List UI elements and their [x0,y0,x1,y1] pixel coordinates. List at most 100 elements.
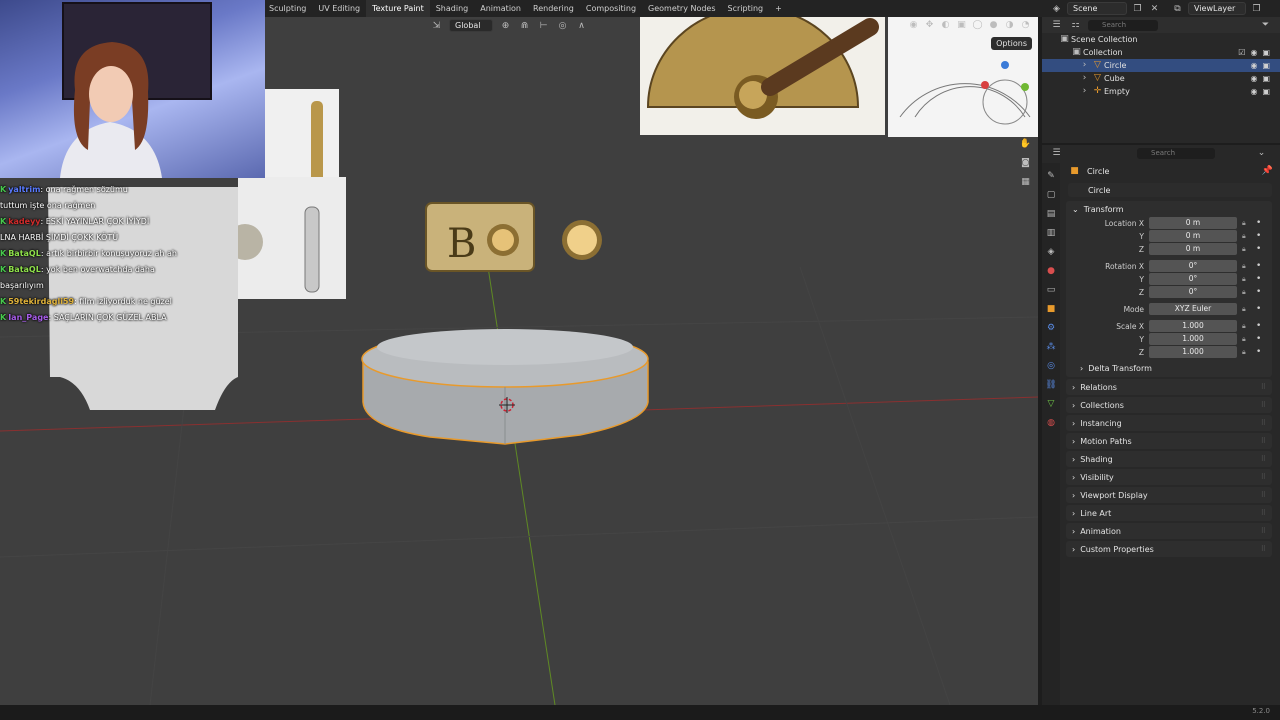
drag-handle-icon[interactable]: ⠿ [1261,473,1266,481]
visibility-icon[interactable]: ◉ [907,18,920,31]
checkbox-icon[interactable]: ☑ [1238,46,1245,59]
display-mode-icon[interactable]: ⚏ [1069,19,1082,32]
keyframe-dot-icon[interactable]: • [1256,346,1261,359]
lock-icon[interactable]: 🔒︎ [1242,243,1246,256]
delta-transform-header[interactable]: › Delta Transform [1066,359,1272,377]
collection-row[interactable]: ▣ Collection ☑ ◉ ▣ [1042,46,1280,59]
options-chevron-icon[interactable]: ⌄ [1255,147,1268,160]
collection-tab-icon[interactable]: ▭ [1045,283,1058,296]
camera-icon[interactable]: ▣ [1262,46,1270,59]
keyframe-dot-icon[interactable]: • [1256,243,1261,256]
panel-visibility[interactable]: › Visibility ⠿ [1066,469,1272,485]
xray-icon[interactable]: ▣ [955,18,968,31]
eye-icon[interactable]: ◉ [1250,59,1257,72]
scene-selector[interactable]: Scene [1067,2,1127,15]
chevron-right-icon[interactable]: › [1078,85,1091,98]
tab-rendering[interactable]: Rendering [527,0,580,17]
overlay-icon[interactable]: ◐ [939,18,952,31]
material-shading-icon[interactable]: ◑ [1003,18,1016,31]
panel-shading[interactable]: › Shading ⠿ [1066,451,1272,467]
snap-icon[interactable]: ⋒ [518,19,531,32]
lock-icon[interactable]: 🔒︎ [1242,230,1246,243]
keyframe-dot-icon[interactable]: • [1256,230,1261,243]
tab-compositing[interactable]: Compositing [580,0,642,17]
scale-y-value[interactable]: 1.000 [1149,333,1237,345]
keyframe-dot-icon[interactable]: • [1256,303,1261,316]
viewlayer-selector[interactable]: ViewLayer [1188,2,1246,15]
falloff-icon[interactable]: ∧ [575,19,588,32]
lock-icon[interactable]: 🔒︎ [1242,260,1246,273]
panel-relations[interactable]: › Relations ⠿ [1066,379,1272,395]
tab-shading[interactable]: Shading [430,0,475,17]
scale-z-value[interactable]: 1.000 [1149,346,1237,358]
filter-icon[interactable]: ⏷ [1259,19,1272,32]
camera-icon[interactable]: ▣ [1262,72,1270,85]
pin-icon[interactable]: 📌 [1261,165,1274,178]
world-tab-icon[interactable]: ● [1045,264,1058,277]
proportional-edit-icon[interactable]: ◎ [556,19,569,32]
view-layer-tab-icon[interactable]: ▥ [1045,226,1058,239]
delete-icon[interactable]: ✕ [1148,2,1161,15]
rotation-x-value[interactable]: 0° [1149,260,1237,272]
outliner-item-circle[interactable]: › ▽ Circle ◉ ▣ [1042,59,1280,72]
snapping-icon[interactable]: ⊢ [537,19,550,32]
tab-animation[interactable]: Animation [474,0,527,17]
drag-handle-icon[interactable]: ⠿ [1261,419,1266,427]
tab-texture-paint[interactable]: Texture Paint [366,0,430,17]
perspective-toggle-icon[interactable]: ▦ [1019,175,1032,188]
tool-tab-icon[interactable]: ✎ [1045,169,1058,182]
data-tab-icon[interactable]: ▽ [1045,397,1058,410]
panel-line-art[interactable]: › Line Art ⠿ [1066,505,1272,521]
outliner-search[interactable]: Search [1088,19,1158,31]
panel-collections[interactable]: › Collections ⠿ [1066,397,1272,413]
keyframe-dot-icon[interactable]: • [1256,217,1261,230]
lock-icon[interactable]: 🔒︎ [1242,273,1246,286]
camera-icon[interactable]: ▣ [1262,85,1270,98]
particles-tab-icon[interactable]: ⁂ [1045,340,1058,353]
drag-handle-icon[interactable]: ⠿ [1261,545,1266,553]
rotation-mode-value[interactable]: XYZ Euler [1149,303,1237,315]
physics-tab-icon[interactable]: ◎ [1045,359,1058,372]
options-button[interactable]: Options [991,37,1032,50]
location-x-value[interactable]: 0 m [1149,217,1237,229]
copy-icon[interactable]: ❐ [1131,2,1144,15]
eye-icon[interactable]: ◉ [1250,46,1257,59]
drag-handle-icon[interactable]: ⠿ [1261,383,1266,391]
rotation-y-value[interactable]: 0° [1149,273,1237,285]
rendered-shading-icon[interactable]: ◔ [1019,18,1032,31]
keyframe-dot-icon[interactable]: • [1256,333,1261,346]
scale-x-value[interactable]: 1.000 [1149,320,1237,332]
solid-shading-icon[interactable]: ● [987,18,1000,31]
orientation-selector[interactable]: Global [449,19,493,32]
location-y-value[interactable]: 0 m [1149,230,1237,242]
object-tab-icon[interactable]: ■ [1045,302,1058,315]
transform-header[interactable]: ⌄ Transform [1066,201,1272,217]
gizmo-icon[interactable]: ✥ [923,18,936,31]
pan-icon[interactable]: ✋ [1019,137,1032,150]
lock-icon[interactable]: 🔒︎ [1242,303,1246,316]
object-name-field[interactable]: Circle [1068,183,1272,197]
pivot-icon[interactable]: ⊕ [499,19,512,32]
keyframe-dot-icon[interactable]: • [1256,286,1261,299]
output-tab-icon[interactable]: ▤ [1045,207,1058,220]
constraints-tab-icon[interactable]: ⛓ [1045,378,1058,391]
outliner-item-empty[interactable]: › ✛ Empty ◉ ▣ [1042,85,1280,98]
wireframe-shading-icon[interactable]: ◯ [971,18,984,31]
panel-animation[interactable]: › Animation ⠿ [1066,523,1272,539]
camera-icon[interactable]: ▣ [1262,59,1270,72]
eye-icon[interactable]: ◉ [1250,85,1257,98]
tab-scripting[interactable]: Scripting [722,0,770,17]
panel-custom-properties[interactable]: › Custom Properties ⠿ [1066,541,1272,557]
render-tab-icon[interactable]: ▢ [1045,188,1058,201]
properties-search[interactable]: Search [1137,147,1215,159]
drag-handle-icon[interactable]: ⠿ [1261,455,1266,463]
tab-add[interactable]: + [769,0,788,17]
modifier-tab-icon[interactable]: ⚙ [1045,321,1058,334]
keyframe-dot-icon[interactable]: • [1256,260,1261,273]
keyframe-dot-icon[interactable]: • [1256,273,1261,286]
lock-icon[interactable]: 🔒︎ [1242,333,1246,346]
camera-view-icon[interactable]: ◙ [1019,156,1032,169]
keyframe-dot-icon[interactable]: • [1256,320,1261,333]
scene-collection-row[interactable]: ▣ Scene Collection [1042,33,1280,46]
outliner-item-cube[interactable]: › ▽ Cube ◉ ▣ [1042,72,1280,85]
